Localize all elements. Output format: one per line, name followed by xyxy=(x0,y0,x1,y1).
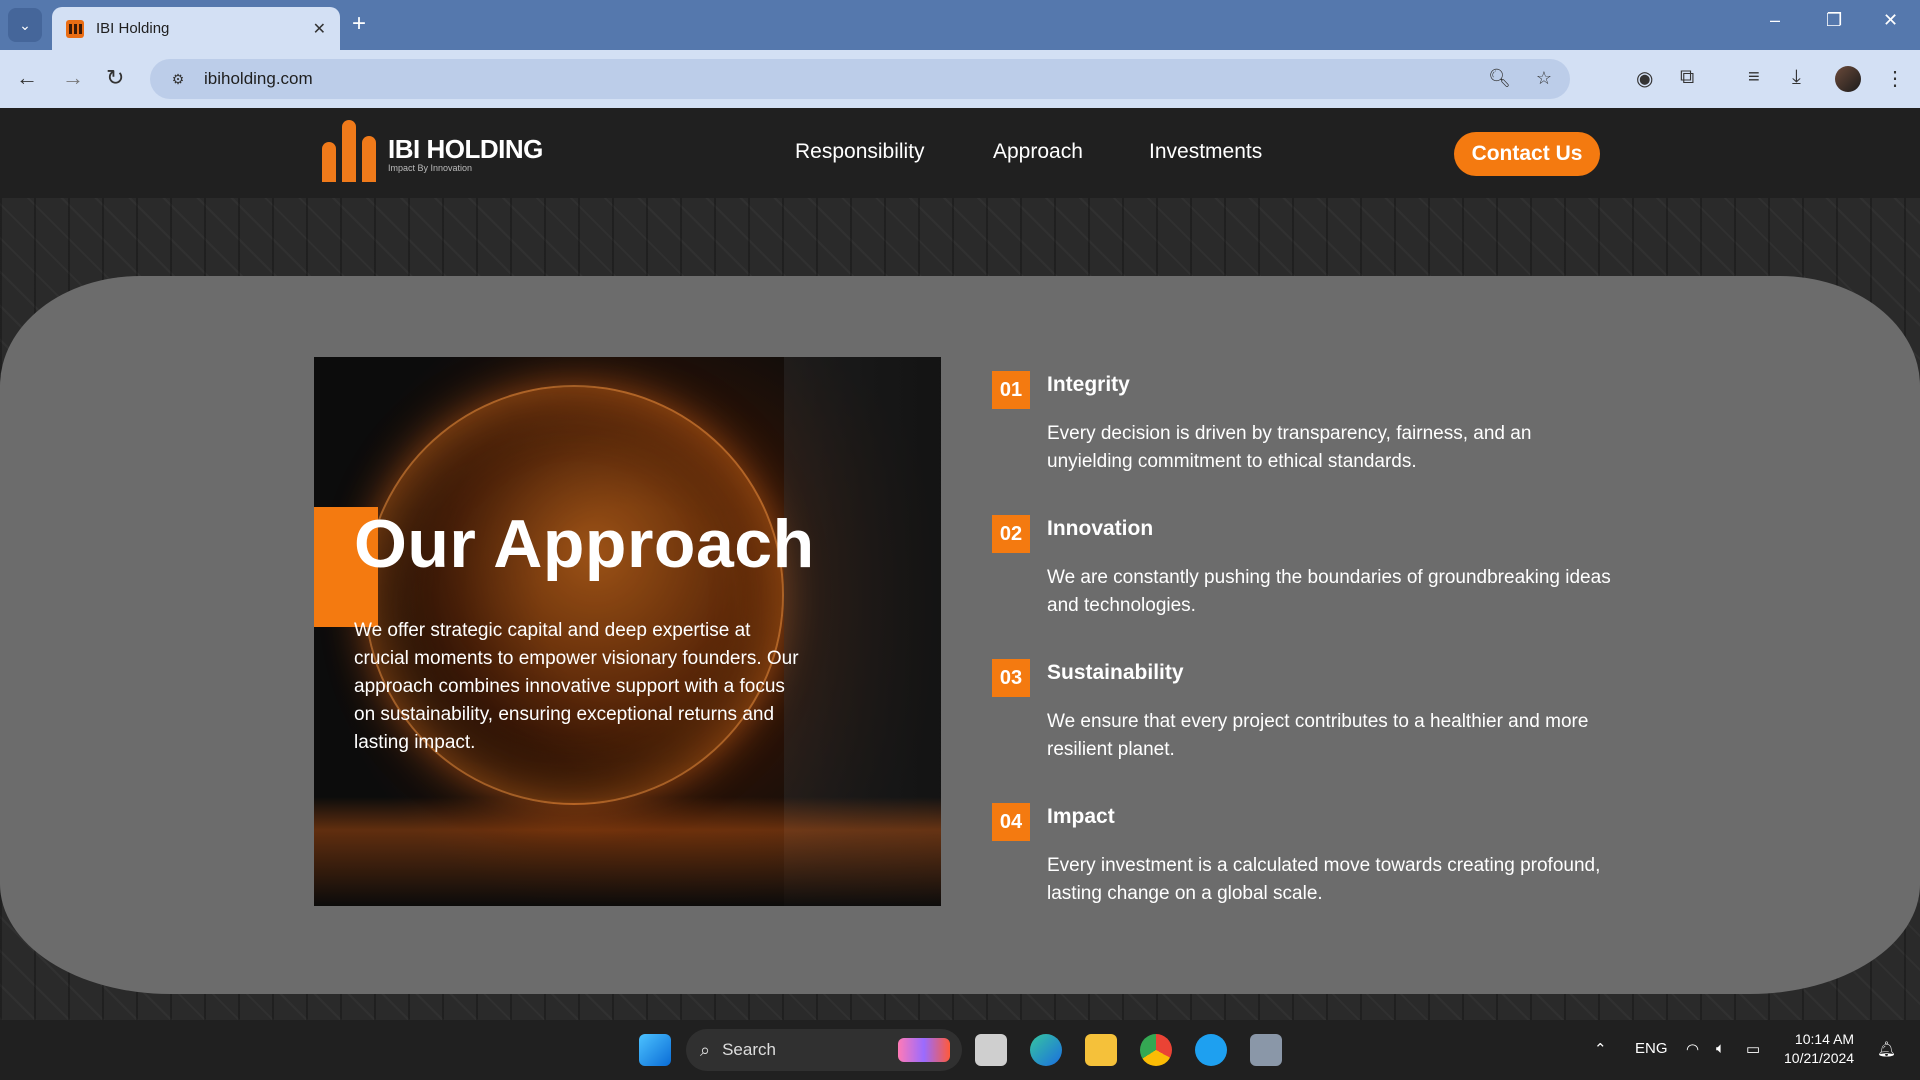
value-number: 04 xyxy=(992,803,1030,841)
browser-toolbar: ← → ↻ ⚙ ibiholding.com 🔍︎ ☆ ◉ ⧉ ≡ ⤓ ⋮ xyxy=(0,50,1920,108)
reload-icon[interactable]: ↻ xyxy=(106,65,124,91)
value-description: Every investment is a calculated move to… xyxy=(1047,855,1601,904)
edge-browser-icon[interactable] xyxy=(1030,1034,1062,1066)
value-description: We ensure that every project contributes… xyxy=(1047,711,1589,760)
site-logo[interactable]: IBI HOLDING Impact By Innovation xyxy=(318,120,543,186)
clock-date: 10/21/2024 xyxy=(1784,1050,1855,1066)
value-title: Impact xyxy=(1047,805,1115,828)
approach-section xyxy=(0,276,1920,994)
logo-mark-icon xyxy=(318,120,382,186)
tab-close-icon[interactable]: ✕ xyxy=(313,19,326,39)
restore-button[interactable]: ❐ xyxy=(1826,10,1842,31)
browser-tab[interactable]: IBI Holding ✕ xyxy=(52,7,340,50)
site-info-icon[interactable]: ⚙ xyxy=(168,69,188,89)
value-number: 02 xyxy=(992,515,1030,553)
notification-bell-icon[interactable]: 🔔︎ xyxy=(1877,1040,1896,1058)
browser-tab-bar: ⌄ IBI Holding ✕ + – ❐ ✕ xyxy=(0,0,1920,50)
forward-arrow-icon[interactable]: → xyxy=(62,65,84,91)
bookmark-star-icon[interactable]: ☆ xyxy=(1536,68,1552,88)
windows-taskbar: ⌕ Search ⌃ ENG ◠ 🔈︎ ▭ 10:14 AM 10/21/202… xyxy=(0,1020,1920,1080)
battery-icon[interactable]: ▭ xyxy=(1746,1040,1760,1058)
tab-title: IBI Holding xyxy=(96,20,170,37)
profile-avatar[interactable] xyxy=(1835,66,1861,92)
url-text[interactable]: ibiholding.com xyxy=(204,69,313,89)
approach-feature-image: Our Approach We offer strategic capital … xyxy=(314,357,941,906)
nav-investments[interactable]: Investments xyxy=(1149,140,1262,164)
approach-title: Our Approach xyxy=(354,506,815,582)
address-bar[interactable]: ⚙ ibiholding.com 🔍︎ ☆ xyxy=(150,59,1570,99)
tab-search-button[interactable]: ⌄ xyxy=(8,8,42,42)
value-item: 04 Impact Every investment is a calculat… xyxy=(992,797,1632,941)
value-item: 03 Sustainability We ensure that every p… xyxy=(992,653,1632,797)
close-window-button[interactable]: ✕ xyxy=(1883,10,1898,31)
nav-responsibility[interactable]: Responsibility xyxy=(795,140,925,164)
value-item: 01 Integrity Every decision is driven by… xyxy=(992,365,1632,509)
value-title: Integrity xyxy=(1047,373,1130,396)
minimize-button[interactable]: – xyxy=(1770,10,1780,31)
value-item: 02 Innovation We are constantly pushing … xyxy=(992,509,1632,653)
value-number: 01 xyxy=(992,371,1030,409)
remote-desktop-icon[interactable] xyxy=(1250,1034,1282,1066)
approach-description: We offer strategic capital and deep expe… xyxy=(354,620,799,753)
value-title: Sustainability xyxy=(1047,661,1184,684)
search-icon: ⌕ xyxy=(700,1039,711,1060)
app-icon[interactable] xyxy=(1195,1034,1227,1066)
zoom-icon[interactable]: 🔍︎ xyxy=(1488,68,1511,88)
value-title: Innovation xyxy=(1047,517,1154,540)
taskbar-search-label: Search xyxy=(722,1040,776,1059)
file-explorer-icon[interactable] xyxy=(1085,1034,1117,1066)
browser-menu-icon[interactable]: ⋮ xyxy=(1885,66,1905,91)
extension-circle-icon[interactable]: ◉ xyxy=(1636,66,1653,91)
volume-icon[interactable]: 🔈︎ xyxy=(1716,1040,1725,1057)
value-number: 03 xyxy=(992,659,1030,697)
chrome-browser-icon[interactable] xyxy=(1140,1034,1172,1066)
task-view-icon[interactable] xyxy=(975,1034,1007,1066)
value-description: Every decision is driven by transparency… xyxy=(1047,423,1532,472)
new-tab-button[interactable]: + xyxy=(352,12,366,36)
windows-start-icon[interactable] xyxy=(639,1034,671,1066)
value-description: We are constantly pushing the boundaries… xyxy=(1047,567,1611,616)
download-icon[interactable]: ⤓ xyxy=(1792,66,1801,89)
website-viewport: IBI HOLDING Impact By Innovation Respons… xyxy=(0,108,1920,1020)
clock-time: 10:14 AM xyxy=(1794,1031,1855,1047)
values-list: 01 Integrity Every decision is driven by… xyxy=(992,365,1632,941)
search-highlight-icon xyxy=(898,1038,950,1062)
show-hidden-icons-icon[interactable]: ⌃ xyxy=(1594,1040,1607,1058)
system-clock[interactable]: 10:14 AM 10/21/2024 xyxy=(1784,1030,1854,1068)
wifi-icon[interactable]: ◠ xyxy=(1686,1040,1699,1058)
extensions-puzzle-icon[interactable]: ⧉ xyxy=(1680,66,1694,89)
site-header: IBI HOLDING Impact By Innovation Respons… xyxy=(0,108,1920,198)
back-arrow-icon[interactable]: ← xyxy=(16,65,38,91)
taskbar-search[interactable]: ⌕ Search xyxy=(686,1029,962,1071)
brand-name: IBI HOLDING xyxy=(388,133,543,164)
site-favicon-icon xyxy=(66,19,84,38)
media-control-icon[interactable]: ≡ xyxy=(1748,66,1760,89)
contact-us-button[interactable]: Contact Us xyxy=(1454,132,1600,176)
nav-approach[interactable]: Approach xyxy=(993,140,1083,164)
language-indicator[interactable]: ENG xyxy=(1635,1040,1668,1057)
